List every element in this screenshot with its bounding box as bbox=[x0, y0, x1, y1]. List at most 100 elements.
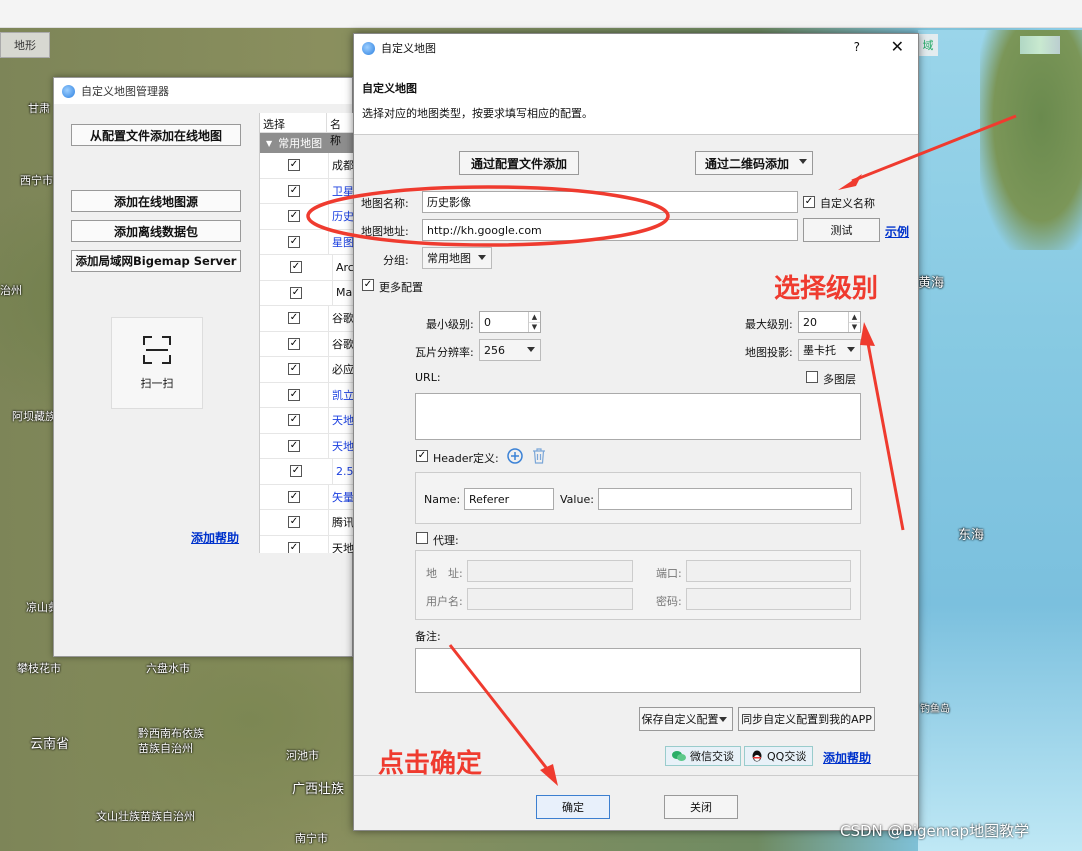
add-from-config-button[interactable]: 从配置文件添加在线地图 bbox=[71, 124, 241, 146]
tile-resolution-value: 256 bbox=[484, 343, 505, 357]
group-label: 常用地图 bbox=[278, 137, 323, 150]
tile-resolution-select[interactable]: 256 bbox=[479, 339, 541, 361]
map-label: 治州 bbox=[0, 284, 22, 297]
row-name: 矢量 bbox=[332, 490, 354, 504]
row-checkbox[interactable]: ✓ bbox=[288, 235, 300, 248]
close-button[interactable]: 关闭 bbox=[664, 795, 738, 819]
projection-select[interactable]: 墨卡托 bbox=[798, 339, 861, 361]
table-row[interactable]: ✓ 历史 bbox=[260, 204, 354, 230]
row-checkbox[interactable]: ✓ bbox=[288, 439, 300, 452]
map-name-label: 地图名称: bbox=[361, 197, 409, 210]
table-row[interactable]: ✓ 腾讯 bbox=[260, 510, 354, 536]
save-custom-config-label: 保存自定义配置 bbox=[641, 713, 719, 726]
row-checkbox[interactable]: ✓ bbox=[288, 541, 300, 553]
add-offline-package-button[interactable]: 添加离线数据包 bbox=[71, 220, 241, 242]
table-rows: ✓ 成都 ✓ 卫星 ✓ 历史 ✓ 星图 ✓ Arc ✓ Ma ✓ 谷歌 ✓ 谷歌 ✓ 必应 ✓ 凯立 ✓ 天地 ✓ 天地 ✓ 2.… bbox=[260, 153, 354, 553]
dialog-help-link[interactable]: 添加帮助 bbox=[823, 749, 871, 766]
table-row[interactable]: ✓ 天地 bbox=[260, 535, 354, 553]
more-config-checkbox[interactable]: ✓ bbox=[362, 279, 374, 291]
ok-button[interactable]: 确定 bbox=[536, 795, 610, 819]
table-row[interactable]: ✓ 谷歌 bbox=[260, 331, 354, 357]
map-terrain-tab[interactable]: 地形 bbox=[0, 32, 50, 58]
manager-help-link[interactable]: 添加帮助 bbox=[191, 529, 239, 546]
save-custom-config-button[interactable]: 保存自定义配置 bbox=[639, 707, 733, 731]
example-link[interactable]: 示例 bbox=[885, 223, 909, 240]
row-checkbox[interactable]: ✓ bbox=[288, 159, 300, 172]
max-level-spinbox[interactable]: 20 ▲ ▼ bbox=[798, 311, 861, 333]
spinner-arrows-icon[interactable]: ▲ ▼ bbox=[528, 312, 540, 332]
table-row[interactable]: ✓ 成都 bbox=[260, 153, 354, 179]
add-online-source-button[interactable]: 添加在线地图源 bbox=[71, 190, 241, 212]
projection-label: 地图投影: bbox=[745, 346, 793, 359]
table-row[interactable]: ✓ 卫星 bbox=[260, 178, 354, 204]
qq-chat-button[interactable]: QQ交谈 bbox=[744, 746, 814, 766]
group-select[interactable]: 常用地图 bbox=[422, 247, 492, 269]
table-row[interactable]: ✓ 天地 bbox=[260, 433, 354, 459]
add-by-config-file-button[interactable]: 通过配置文件添加 bbox=[459, 151, 579, 175]
row-checkbox-cell: ✓ bbox=[260, 178, 329, 203]
url-label: URL: bbox=[415, 371, 441, 384]
proxy-address-label: 地 址: bbox=[426, 567, 463, 580]
proxy-port-input[interactable] bbox=[686, 560, 851, 582]
table-row[interactable]: ✓ 星图 bbox=[260, 229, 354, 255]
multilayer-checkbox[interactable] bbox=[806, 371, 818, 383]
url-textarea[interactable] bbox=[415, 393, 861, 440]
row-checkbox[interactable]: ✓ bbox=[288, 312, 300, 325]
row-checkbox[interactable]: ✓ bbox=[290, 465, 302, 478]
row-checkbox[interactable]: ✓ bbox=[288, 337, 300, 350]
table-header: 选择 名称 bbox=[260, 113, 354, 147]
row-name: 天地 bbox=[332, 414, 354, 428]
map-region-tab[interactable]: 域 bbox=[918, 34, 938, 56]
map-label: 甘肃 bbox=[28, 102, 50, 115]
row-checkbox[interactable]: ✓ bbox=[288, 184, 300, 197]
table-row[interactable]: ✓ 谷歌 bbox=[260, 306, 354, 332]
map-label: 黄海 bbox=[918, 276, 945, 291]
map-name-input[interactable]: 历史影像 bbox=[422, 191, 798, 213]
close-icon[interactable]: ✕ bbox=[891, 37, 904, 56]
table-row[interactable]: ✓ 凯立 bbox=[260, 382, 354, 408]
note-textarea[interactable] bbox=[415, 648, 861, 693]
table-row[interactable]: ✓ 天地 bbox=[260, 408, 354, 434]
row-checkbox-cell: ✓ bbox=[260, 382, 329, 407]
proxy-address-input[interactable] bbox=[467, 560, 633, 582]
row-checkbox-cell: ✓ bbox=[260, 153, 329, 178]
row-checkbox[interactable]: ✓ bbox=[290, 286, 302, 299]
proxy-username-input[interactable] bbox=[467, 588, 633, 610]
proxy-checkbox[interactable] bbox=[416, 532, 428, 544]
row-checkbox[interactable]: ✓ bbox=[288, 210, 300, 223]
add-by-qrcode-label: 通过二维码添加 bbox=[704, 156, 789, 171]
projection-value: 墨卡托 bbox=[803, 344, 836, 357]
table-row[interactable]: ✓ Arc bbox=[260, 255, 354, 281]
help-icon[interactable]: ? bbox=[854, 40, 860, 54]
delete-header-icon[interactable] bbox=[532, 448, 546, 464]
header-name-input[interactable]: Referer bbox=[464, 488, 554, 510]
col-select: 选择 bbox=[260, 113, 327, 132]
header-value-input[interactable] bbox=[598, 488, 852, 510]
add-by-qrcode-button[interactable]: 通过二维码添加 bbox=[695, 151, 813, 175]
add-lan-server-button[interactable]: 添加局域网Bigemap Server bbox=[71, 250, 241, 272]
spinner-arrows-icon[interactable]: ▲ ▼ bbox=[848, 312, 860, 332]
map-label: 广西壮族 bbox=[292, 782, 345, 797]
row-checkbox[interactable]: ✓ bbox=[288, 388, 300, 401]
map-label: 攀枝花市 bbox=[17, 662, 61, 675]
add-header-icon[interactable] bbox=[507, 448, 523, 464]
sync-to-app-button[interactable]: 同步自定义配置到我的APP bbox=[738, 707, 875, 731]
table-row[interactable]: ✓ 矢量 bbox=[260, 484, 354, 510]
row-checkbox[interactable]: ✓ bbox=[288, 490, 300, 503]
row-checkbox[interactable]: ✓ bbox=[288, 414, 300, 427]
table-row[interactable]: ✓ 2.5 bbox=[260, 459, 354, 485]
table-row[interactable]: ✓ Ma bbox=[260, 280, 354, 306]
min-level-spinbox[interactable]: 0 ▲ ▼ bbox=[479, 311, 541, 333]
wechat-chat-button[interactable]: 微信交谈 bbox=[665, 746, 741, 766]
table-row[interactable]: ✓ 必应 bbox=[260, 357, 354, 383]
map-url-input[interactable]: http://kh.google.com bbox=[422, 219, 798, 241]
scan-qr-box[interactable]: 扫一扫 bbox=[111, 317, 203, 409]
row-checkbox[interactable]: ✓ bbox=[288, 516, 300, 529]
test-button[interactable]: 测试 bbox=[803, 218, 880, 242]
row-checkbox[interactable]: ✓ bbox=[290, 261, 302, 274]
row-checkbox[interactable]: ✓ bbox=[288, 363, 300, 376]
header-definition-checkbox[interactable]: ✓ bbox=[416, 450, 428, 462]
custom-name-checkbox[interactable]: ✓ bbox=[803, 196, 815, 208]
scan-label: 扫一扫 bbox=[140, 377, 174, 390]
proxy-password-input[interactable] bbox=[686, 588, 851, 610]
